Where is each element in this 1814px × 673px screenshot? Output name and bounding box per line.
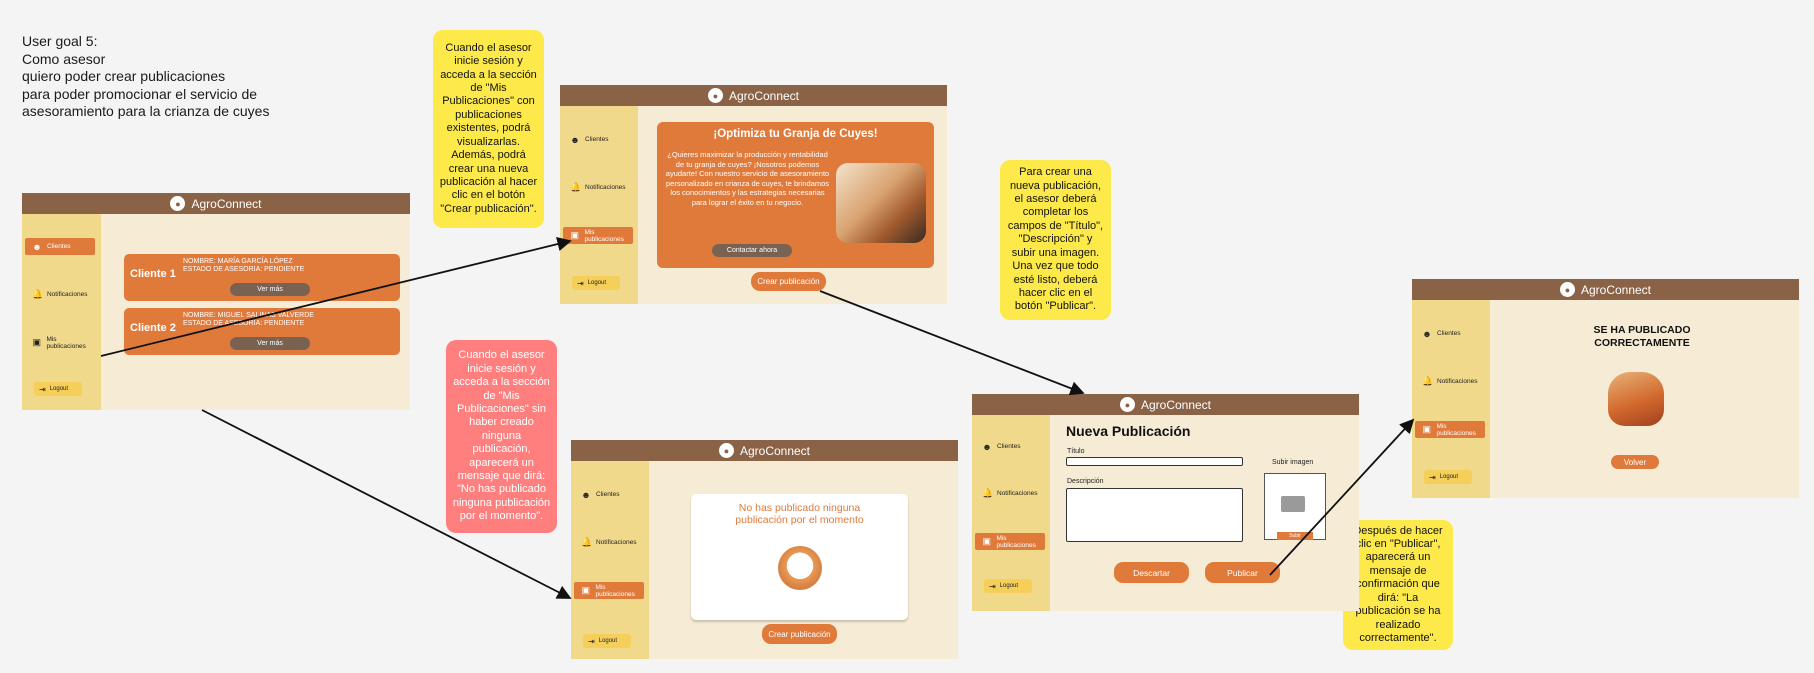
arrow-clients-to-empty <box>201 409 572 599</box>
arrow-create-to-new <box>819 290 1085 396</box>
arrow-publish-to-success <box>1269 418 1415 576</box>
flow-arrows <box>100 237 1415 599</box>
arrow-clients-to-publications <box>100 237 572 357</box>
